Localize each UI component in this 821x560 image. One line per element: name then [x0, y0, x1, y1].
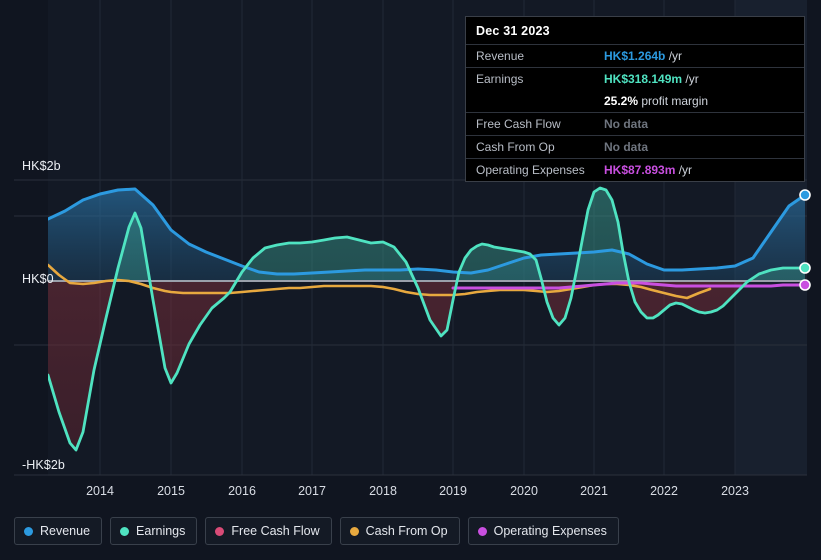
tooltip-value-unit: /yr [682, 72, 699, 86]
tooltip-table: Revenue HK$1.264b /yr Earnings HK$318.149m … [466, 44, 804, 181]
y-axis-label-zero: HK$0 [22, 272, 54, 286]
legend-item-revenue[interactable]: Revenue [14, 517, 103, 545]
tooltip-row-label: Cash From Op [466, 135, 604, 159]
legend-color-dot [477, 526, 487, 536]
tooltip-row: Operating Expenses HK$87.893m /yr [466, 158, 804, 181]
tooltip-row-label: Free Cash Flow [466, 112, 604, 136]
legend-color-dot [349, 526, 359, 536]
tooltip-value-text: No data [604, 140, 649, 154]
legend-item-label: Free Cash Flow [231, 523, 320, 538]
endpoint-marker [799, 262, 811, 274]
chart-tooltip: Dec 31 2023 Revenue HK$1.264b /yr Earnings… [465, 16, 805, 182]
x-axis-tick-label: 2023 [721, 484, 749, 498]
x-axis-tick-label: 2021 [580, 484, 608, 498]
legend-color-dot [120, 526, 130, 536]
tooltip-value-unit: /yr [675, 163, 693, 177]
legend-item-cash-from-op[interactable]: Cash From Op [339, 517, 460, 545]
y-axis-label-bottom: -HK$2b [22, 458, 65, 472]
legend-item-operating-expenses[interactable]: Operating Expenses [467, 517, 619, 545]
legend-item-label: Operating Expenses [493, 523, 607, 538]
tooltip-row-value: 25.2% profit margin [604, 90, 804, 113]
x-axis-tick-label: 2019 [439, 484, 467, 498]
endpoint-marker [799, 189, 811, 201]
legend-item-label: Revenue [40, 523, 91, 538]
x-axis-tick-label: 2022 [650, 484, 678, 498]
x-axis-tick-label: 2020 [510, 484, 538, 498]
tooltip-row: 25.2% profit margin [466, 90, 804, 113]
legend-item-label: Cash From Op [365, 523, 448, 538]
endpoint-marker [799, 279, 811, 291]
tooltip-value-unit: /yr [665, 49, 683, 63]
tooltip-row-value: HK$318.149m /yr [604, 67, 804, 90]
chart-legend: Revenue Earnings Free Cash Flow Cash From O… [14, 517, 619, 545]
tooltip-row-value: No data [604, 135, 804, 159]
legend-color-dot [215, 526, 225, 536]
tooltip-row: Earnings HK$318.149m /yr [466, 67, 804, 90]
tooltip-row-label: Earnings [466, 67, 604, 90]
tooltip-value-text: No data [604, 117, 649, 131]
tooltip-value-text: HK$87.893m [604, 163, 676, 177]
y-axis-label-top: HK$2b [22, 159, 61, 173]
tooltip-date: Dec 31 2023 [476, 24, 550, 38]
x-axis-tick-label: 2018 [369, 484, 397, 498]
x-axis-tick-label: 2016 [228, 484, 256, 498]
tooltip-row-label [466, 90, 604, 113]
tooltip-value-unit: profit margin [638, 94, 709, 108]
legend-item-free-cash-flow[interactable]: Free Cash Flow [205, 517, 332, 545]
x-axis-tick-label: 2014 [86, 484, 114, 498]
tooltip-row-label: Revenue [466, 44, 604, 68]
tooltip-value-text: HK$1.264b [604, 49, 666, 63]
tooltip-row-value: No data [604, 112, 804, 136]
x-axis-tick-label: 2015 [157, 484, 185, 498]
tooltip-row-label: Operating Expenses [466, 158, 604, 181]
tooltip-row: Free Cash Flow No data [466, 112, 804, 136]
tooltip-row: Revenue HK$1.264b /yr [466, 44, 804, 68]
tooltip-row-value: HK$1.264b /yr [604, 44, 804, 68]
tooltip-value-text: 25.2% [604, 94, 639, 108]
legend-color-dot [24, 526, 33, 536]
tooltip-row: Cash From Op No data [466, 135, 804, 159]
tooltip-value-text: HK$318.149m [604, 72, 683, 86]
legend-item-label: Earnings [136, 523, 186, 538]
x-axis-tick-label: 2017 [298, 484, 326, 498]
legend-item-earnings[interactable]: Earnings [110, 517, 198, 545]
tooltip-row-value: HK$87.893m /yr [604, 158, 804, 181]
